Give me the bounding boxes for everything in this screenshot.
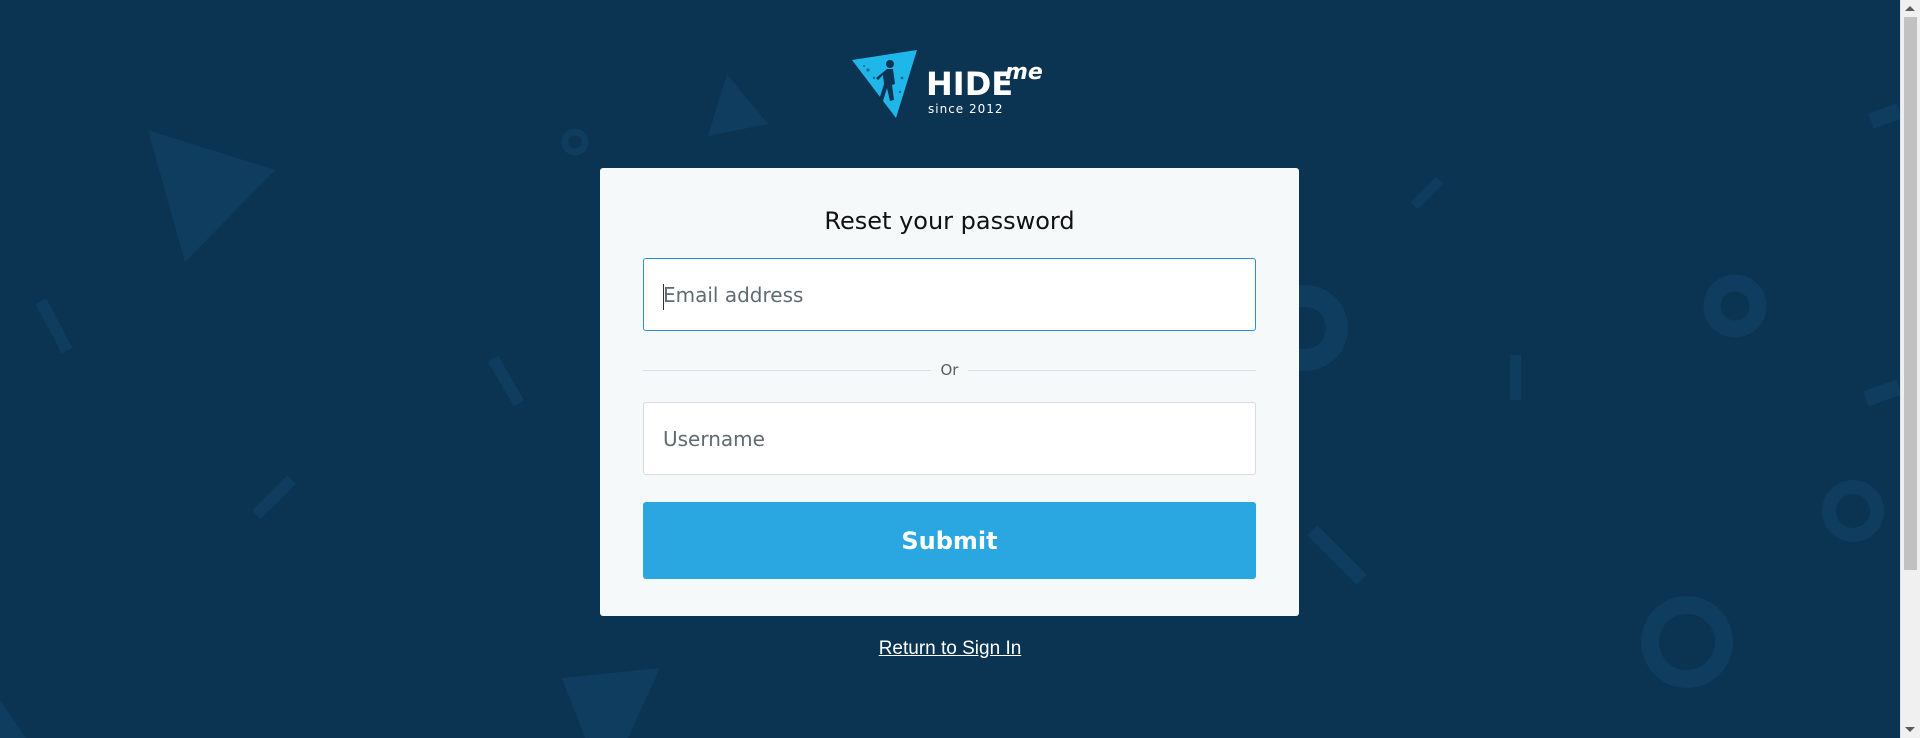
submit-button[interactable]: Submit [643,502,1256,579]
return-to-sign-in-link-row: Return to Sign In [0,637,1900,661]
page-background: HIDE me since 2012 Reset your password O… [0,0,1920,738]
vertical-scrollbar[interactable] [1900,0,1920,738]
return-to-sign-in-link[interactable]: Return to Sign In [879,638,1022,659]
email-field[interactable] [643,258,1256,331]
triangle-person-icon [852,50,917,118]
page-title: Reset your password [824,207,1075,235]
brand-tagline: since 2012 [928,102,1004,116]
scroll-up-arrow-icon[interactable] [1905,6,1915,11]
brand-suffix: me [1005,60,1043,85]
reset-password-card: Reset your password Or Submit [600,168,1299,616]
text-caret [663,284,664,310]
brand-name: HIDE [926,65,1014,103]
hide-me-logo: HIDE me since 2012 [850,48,1050,122]
username-field[interactable] [643,402,1256,475]
or-divider: Or [643,359,1256,381]
divider-line-right [968,370,1256,371]
scroll-thumb[interactable] [1904,17,1917,570]
scroll-down-arrow-icon[interactable] [1905,727,1915,732]
